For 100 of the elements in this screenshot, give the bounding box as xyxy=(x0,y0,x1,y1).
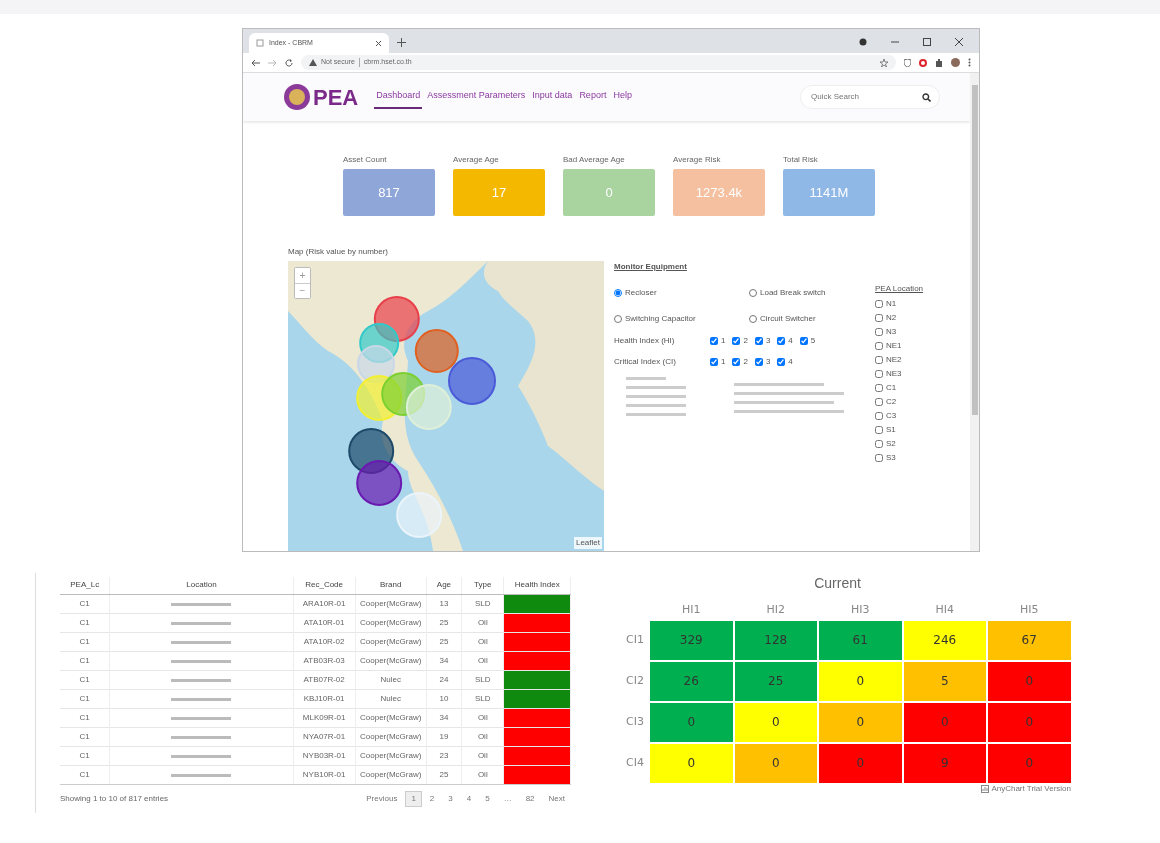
table-cell: ATA10R-01 xyxy=(293,613,356,632)
checkbox[interactable] xyxy=(875,328,883,336)
column-header[interactable]: Type xyxy=(461,577,504,594)
checkbox[interactable] xyxy=(875,384,883,392)
nav-link[interactable]: Report xyxy=(577,85,609,109)
column-label: HI5 xyxy=(1019,602,1040,618)
option-label: C3 xyxy=(886,410,897,422)
search-field[interactable]: Quick Search xyxy=(800,85,940,109)
option-label: Switching Capacitor xyxy=(625,313,696,325)
page-link[interactable]: Previous xyxy=(360,790,404,807)
option-label: 5 xyxy=(810,335,816,347)
table-cell: C1 xyxy=(60,727,110,746)
star-icon[interactable] xyxy=(880,58,888,67)
radio-button[interactable] xyxy=(614,289,622,297)
option-label: NE3 xyxy=(886,368,902,380)
page-link[interactable]: … xyxy=(497,790,518,807)
column-header[interactable]: Rec_Code xyxy=(293,577,356,594)
close-icon[interactable] xyxy=(955,38,963,46)
column-header[interactable]: Health Index xyxy=(503,577,571,594)
page-link[interactable]: 5 xyxy=(479,790,496,807)
checkbox[interactable] xyxy=(875,454,883,462)
checkbox[interactable] xyxy=(799,337,808,345)
row-label: CI2 xyxy=(625,672,645,689)
option-label: S3 xyxy=(886,452,896,464)
heatmap-cell: 0 xyxy=(734,743,817,783)
table-cell: ATA10R-02 xyxy=(293,632,356,651)
checkbox[interactable] xyxy=(875,412,883,420)
nav-link[interactable]: Dashboard xyxy=(374,85,423,109)
checkbox[interactable] xyxy=(875,314,883,322)
nav-link[interactable]: Help xyxy=(611,85,634,109)
table-cell: 25 xyxy=(426,613,462,632)
row-label: CI3 xyxy=(625,713,645,730)
nav-link[interactable]: Input data xyxy=(530,85,575,109)
option-label: N2 xyxy=(886,312,897,324)
checkbox[interactable] xyxy=(777,358,786,366)
column-header[interactable]: PEA_Lc xyxy=(60,577,110,594)
column-label: HI3 xyxy=(850,602,871,618)
minimize-icon[interactable] xyxy=(891,38,899,46)
checkbox[interactable] xyxy=(875,426,883,434)
avatar-icon[interactable] xyxy=(951,58,960,67)
ring-icon[interactable] xyxy=(919,58,927,67)
reload-icon[interactable] xyxy=(285,58,293,67)
checkbox[interactable] xyxy=(875,440,883,448)
search-icon[interactable] xyxy=(922,92,931,102)
table-cell: C1 xyxy=(60,594,110,613)
table-cell: Oil xyxy=(461,746,504,765)
page-link[interactable]: 3 xyxy=(442,790,459,807)
checkbox[interactable] xyxy=(875,398,883,406)
column-header[interactable]: Brand xyxy=(355,577,427,594)
nav-link[interactable]: Assessment Parameters xyxy=(425,85,528,109)
checkbox[interactable] xyxy=(875,300,883,308)
table-cell: NYB10R-01 xyxy=(293,765,356,784)
page-link[interactable]: Next xyxy=(542,790,571,807)
shield-icon[interactable] xyxy=(904,58,911,67)
more-icon[interactable] xyxy=(968,58,971,67)
table-cell: 19 xyxy=(426,727,462,746)
checkbox[interactable] xyxy=(754,358,763,366)
profile-icon[interactable] xyxy=(859,38,867,46)
checkbox[interactable] xyxy=(710,358,718,366)
page-link[interactable]: 82 xyxy=(519,790,541,807)
table-cell: Oil xyxy=(461,727,504,746)
attribution-link[interactable]: Leaflet xyxy=(573,537,602,549)
plus-icon[interactable] xyxy=(397,38,406,47)
table-cell: C1 xyxy=(60,746,110,765)
logo-emblem-icon xyxy=(283,83,311,111)
close-icon[interactable] xyxy=(375,39,382,47)
option-label: 4 xyxy=(788,335,793,347)
checkbox[interactable] xyxy=(754,337,763,345)
credit-text: AnyChart Trial Version xyxy=(991,782,1071,795)
page-link[interactable]: 1 xyxy=(405,790,422,807)
column-header[interactable]: Age xyxy=(426,577,462,594)
table-cell: C1 xyxy=(60,651,110,670)
checkbox[interactable] xyxy=(732,358,741,366)
table-cell: 13 xyxy=(426,594,462,613)
radio-button[interactable] xyxy=(749,289,757,297)
option-label: Recloser xyxy=(625,287,657,299)
heatmap-cell: 0 xyxy=(819,702,902,742)
logo-text: PEA xyxy=(313,83,359,112)
row-label: CI4 xyxy=(625,754,645,771)
page-link[interactable]: 4 xyxy=(460,790,478,807)
radio-button[interactable] xyxy=(749,315,757,323)
table-cell: Cooper(McGraw) xyxy=(355,632,427,651)
maximize-icon[interactable] xyxy=(923,38,931,46)
checkbox[interactable] xyxy=(732,337,741,345)
column-header[interactable]: Location xyxy=(109,577,294,594)
scrollbar[interactable] xyxy=(970,73,979,551)
checkbox[interactable] xyxy=(710,337,718,345)
checkbox[interactable] xyxy=(875,370,883,378)
radio-button[interactable] xyxy=(614,315,622,323)
back-arrow-icon[interactable] xyxy=(251,58,260,67)
option-label: 4 xyxy=(788,356,793,368)
checkbox[interactable] xyxy=(875,356,883,364)
page-link[interactable]: 2 xyxy=(423,790,441,807)
table-cell: Oil xyxy=(461,613,504,632)
table-cell: 25 xyxy=(426,632,462,651)
checkbox[interactable] xyxy=(875,342,883,350)
chart-icon xyxy=(981,784,990,793)
heatmap-cell: 0 xyxy=(988,661,1071,701)
puzzle-icon[interactable] xyxy=(935,58,943,67)
checkbox[interactable] xyxy=(777,337,786,345)
